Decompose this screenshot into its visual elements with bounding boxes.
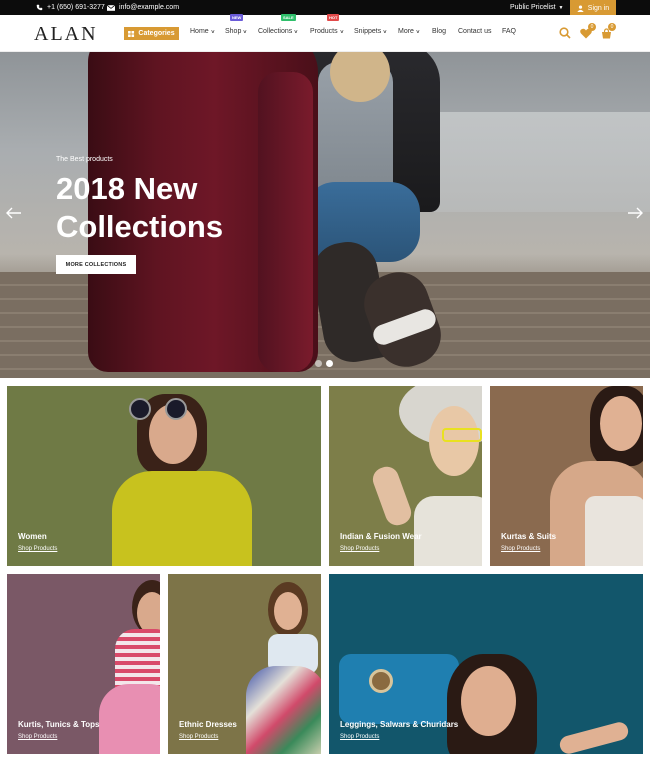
email-address: info@example.com bbox=[119, 4, 180, 11]
chevron-down-icon: ∨ bbox=[242, 28, 248, 35]
nav-contact-label: Contact us bbox=[458, 28, 492, 35]
tile-title: Women bbox=[18, 532, 47, 541]
nav-shop-label: Shop bbox=[225, 28, 242, 35]
model-hand bbox=[557, 720, 631, 754]
nav-blog[interactable]: Blog bbox=[432, 28, 446, 35]
tile-title: Indian & Fusion Wear bbox=[340, 532, 422, 541]
categories-button[interactable]: Categories bbox=[124, 27, 179, 40]
chevron-down-icon: ∨ bbox=[210, 28, 215, 35]
sunglasses bbox=[129, 398, 151, 420]
sign-in-button[interactable]: Sign in bbox=[570, 0, 616, 16]
arrow-right-icon bbox=[628, 207, 643, 219]
main-header: ALAN Categories Home ∨ Shop ∨ NEW Collecti… bbox=[0, 14, 650, 52]
model-top bbox=[414, 496, 482, 566]
arrow-left-icon bbox=[6, 207, 21, 219]
top-bar: +1 (650) 691-3277 info@example.com Publi… bbox=[0, 0, 650, 16]
more-collections-button[interactable]: MORE COLLECTIONS bbox=[56, 255, 136, 274]
model-face bbox=[137, 592, 160, 634]
cart-count: 0 bbox=[608, 23, 616, 31]
phone-contact[interactable]: +1 (650) 691-3277 bbox=[36, 0, 105, 15]
radio-dial bbox=[369, 669, 393, 693]
nav-contact-us[interactable]: Contact us bbox=[458, 28, 491, 35]
slider-dot-active[interactable] bbox=[326, 360, 333, 367]
radio-prop bbox=[339, 654, 459, 724]
nav-snippets[interactable]: Snippets ∨ bbox=[354, 28, 387, 35]
search-button[interactable] bbox=[559, 26, 571, 44]
tile-title: Kurtas & Suits bbox=[501, 532, 557, 541]
nav-faq[interactable]: FAQ bbox=[502, 28, 516, 35]
shop-products-link[interactable]: Shop Products bbox=[18, 734, 57, 740]
chevron-down-icon: ∨ bbox=[415, 28, 421, 35]
slider-dots bbox=[315, 360, 333, 367]
shop-products-link[interactable]: Shop Products bbox=[340, 734, 379, 740]
wishlist-button[interactable]: 0 bbox=[580, 23, 596, 44]
model-top bbox=[585, 496, 643, 566]
search-icon bbox=[559, 27, 571, 39]
nav-products-label: Products bbox=[310, 28, 338, 35]
shop-products-link[interactable]: Shop Products bbox=[179, 734, 218, 740]
model-face bbox=[274, 592, 302, 630]
slider-prev-button[interactable] bbox=[6, 206, 22, 224]
wishlist-count: 0 bbox=[588, 23, 596, 31]
phone-icon bbox=[36, 4, 43, 11]
floral-skirt bbox=[246, 666, 321, 754]
sunglasses bbox=[165, 398, 187, 420]
phone-number: +1 (650) 691-3277 bbox=[47, 4, 105, 11]
tile-title: Kurtis, Tunics & Tops bbox=[18, 720, 100, 729]
chevron-down-icon: ∨ bbox=[339, 28, 344, 35]
slider-dot[interactable] bbox=[315, 360, 322, 367]
model-face bbox=[461, 666, 516, 736]
nav-collections-label: Collections bbox=[258, 28, 293, 35]
email-contact[interactable]: info@example.com bbox=[107, 0, 179, 15]
nav-blog-label: Blog bbox=[432, 28, 447, 35]
sign-in-label: Sign in bbox=[587, 4, 610, 12]
tile-title: Ethnic Dresses bbox=[179, 720, 237, 729]
model-face bbox=[600, 396, 642, 451]
nav-more[interactable]: More ∨ bbox=[398, 28, 420, 35]
category-tile-kurtas-suits[interactable]: Kurtas & Suits Shop Products bbox=[490, 386, 643, 566]
nav-faq-label: FAQ bbox=[502, 28, 517, 35]
user-icon bbox=[577, 4, 584, 12]
model-top bbox=[112, 471, 252, 566]
grid-icon bbox=[128, 30, 135, 37]
hero-slider: The Best products 2018 New Collections M… bbox=[0, 52, 650, 378]
category-tile-leggings-salwars[interactable]: Leggings, Salwars & Churidars Shop Produ… bbox=[329, 574, 643, 754]
categories-label: Categories bbox=[138, 30, 175, 37]
model-hand bbox=[369, 463, 415, 529]
nav-shop[interactable]: Shop ∨ NEW bbox=[225, 14, 248, 35]
envelope-icon bbox=[107, 4, 115, 11]
shop-products-link[interactable]: Shop Products bbox=[18, 546, 57, 552]
hero-title: 2018 New Collections bbox=[56, 171, 224, 244]
category-tile-women[interactable]: Women Shop Products bbox=[7, 386, 321, 566]
cart-button[interactable]: 0 bbox=[601, 23, 616, 44]
logo[interactable]: ALAN bbox=[34, 23, 98, 46]
chevron-down-icon: ∨ bbox=[293, 28, 299, 35]
pink-skirt bbox=[99, 684, 160, 754]
nav-snippets-label: Snippets bbox=[354, 28, 382, 35]
category-tile-kurtis-tunics[interactable]: Kurtis, Tunics & Tops Shop Products bbox=[7, 574, 160, 754]
nav-more-label: More bbox=[398, 28, 414, 35]
category-tile-indian-fusion[interactable]: Indian & Fusion Wear Shop Products bbox=[329, 386, 482, 566]
slider-next-button[interactable] bbox=[627, 206, 643, 224]
sale-badge: SALE bbox=[281, 14, 296, 21]
hot-badge: HOT bbox=[327, 14, 340, 21]
pricelist-dropdown[interactable]: Public Pricelist ▼ bbox=[510, 0, 563, 15]
chevron-down-icon: ▼ bbox=[558, 4, 564, 11]
shop-products-link[interactable]: Shop Products bbox=[340, 546, 379, 552]
category-tile-ethnic-dresses[interactable]: Ethnic Dresses Shop Products bbox=[168, 574, 321, 754]
shop-products-link[interactable]: Shop Products bbox=[501, 546, 540, 552]
new-badge: NEW bbox=[230, 14, 244, 21]
tile-title: Leggings, Salwars & Churidars bbox=[340, 720, 459, 729]
nav-collections[interactable]: Collections ∨ SALE bbox=[258, 14, 299, 35]
pricelist-label: Public Pricelist bbox=[510, 4, 556, 11]
yellow-glasses bbox=[442, 428, 482, 442]
hero-tagline: The Best products bbox=[56, 156, 113, 163]
nav-home[interactable]: Home ∨ bbox=[190, 28, 215, 35]
nav-products[interactable]: Products ∨ HOT bbox=[310, 14, 344, 35]
chevron-down-icon: ∨ bbox=[382, 28, 388, 35]
nav-home-label: Home bbox=[190, 28, 209, 35]
